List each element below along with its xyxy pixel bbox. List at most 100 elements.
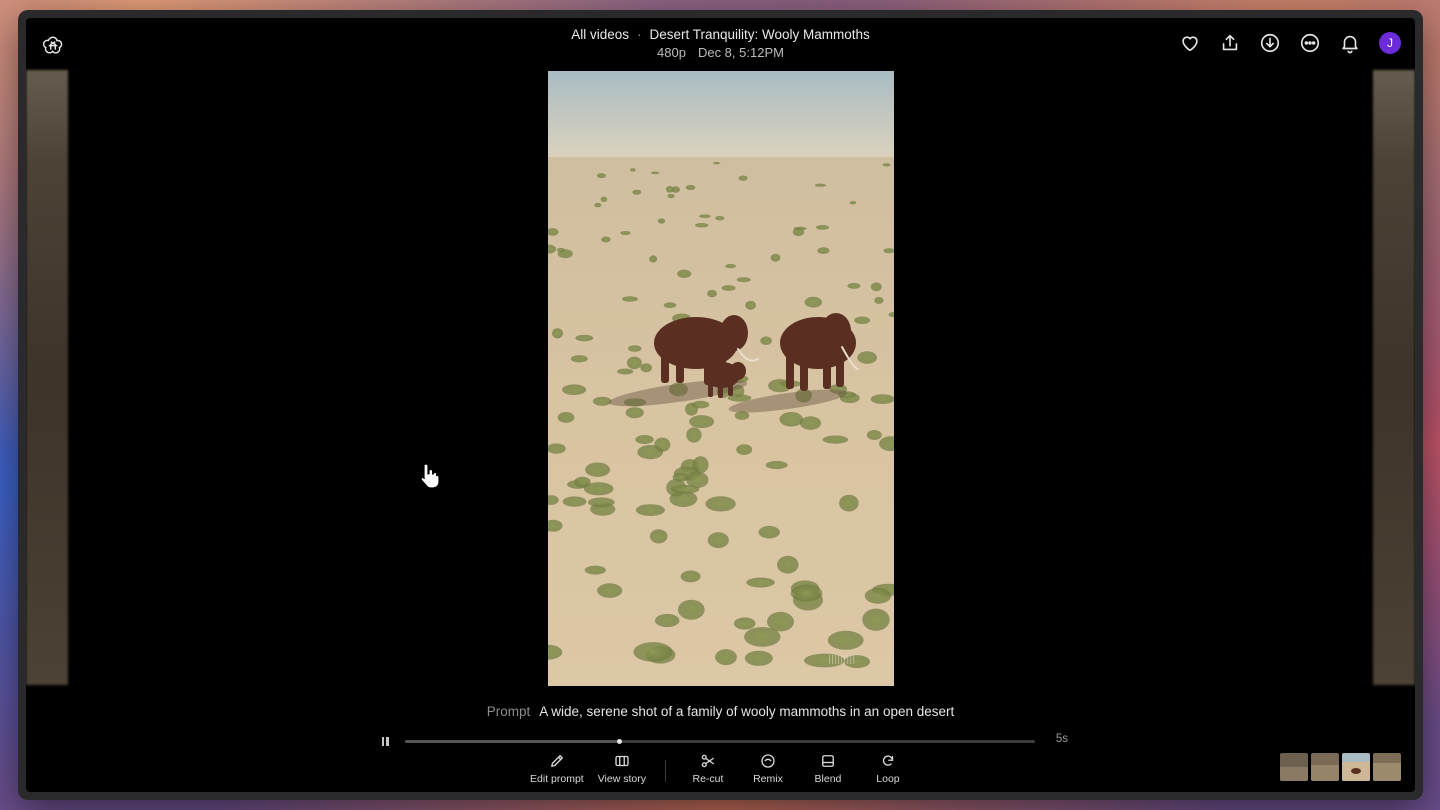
shrub-shape bbox=[621, 296, 638, 302]
shrub-shape bbox=[686, 427, 702, 443]
shrub-shape bbox=[866, 430, 882, 440]
shrub-shape bbox=[677, 599, 705, 620]
shrub-shape bbox=[839, 494, 859, 512]
shrub-shape bbox=[689, 415, 715, 429]
loop-button[interactable]: Loop bbox=[865, 752, 911, 785]
shrub-shape bbox=[685, 184, 696, 191]
shrub-shape bbox=[670, 484, 700, 494]
shrub-shape bbox=[597, 583, 623, 598]
shrub-shape bbox=[592, 396, 612, 406]
all-videos-link[interactable]: All videos bbox=[571, 27, 629, 42]
top-bar: All videos · Desert Tranquility: Wooly M… bbox=[26, 18, 1415, 70]
remix-button[interactable]: Remix bbox=[745, 752, 791, 785]
video-player[interactable]: ||||||||| bbox=[548, 71, 894, 686]
shrub-shape bbox=[640, 363, 652, 373]
shrub-shape bbox=[734, 411, 750, 420]
resolution-label: 480p bbox=[657, 45, 686, 60]
shrub-shape bbox=[736, 444, 753, 455]
prompt-text: A wide, serene shot of a family of wooly… bbox=[539, 704, 955, 719]
edit-prompt-button[interactable]: Edit prompt bbox=[530, 752, 584, 785]
shrub-shape bbox=[594, 202, 602, 208]
pause-icon[interactable] bbox=[378, 734, 392, 748]
shrub-shape bbox=[765, 460, 788, 470]
more-icon[interactable] bbox=[1299, 32, 1321, 54]
shrub-shape bbox=[585, 462, 611, 477]
loop-icon bbox=[882, 755, 894, 766]
shrub-shape bbox=[620, 231, 631, 235]
video-viewer: All videos · Desert Tranquility: Wooly M… bbox=[26, 18, 1415, 792]
prompt-label: Prompt bbox=[486, 704, 531, 719]
storyboard-thumbnail[interactable] bbox=[1311, 753, 1339, 781]
download-icon[interactable] bbox=[1259, 32, 1281, 54]
shrub-shape bbox=[584, 565, 606, 575]
scissors-icon bbox=[701, 754, 714, 768]
shrub-shape bbox=[665, 186, 674, 193]
storyboard-icon bbox=[615, 755, 629, 767]
shrub-shape bbox=[695, 223, 709, 228]
shrub-shape bbox=[792, 227, 805, 237]
shrub-shape bbox=[725, 264, 736, 269]
video-title: Desert Tranquility: Wooly Mammoths bbox=[649, 27, 870, 42]
shrub-shape bbox=[707, 532, 729, 549]
shrub-shape bbox=[583, 482, 614, 496]
previous-video-preview[interactable] bbox=[26, 70, 68, 685]
shrub-shape bbox=[570, 355, 588, 363]
shrub-shape bbox=[667, 193, 675, 199]
shrub-shape bbox=[562, 384, 587, 396]
shrub-shape bbox=[779, 412, 803, 427]
shrub-shape bbox=[633, 642, 673, 662]
shrub-shape bbox=[746, 577, 775, 588]
user-avatar[interactable]: J bbox=[1379, 32, 1401, 54]
app-window: All videos · Desert Tranquility: Wooly M… bbox=[18, 10, 1423, 800]
shrub-shape bbox=[630, 168, 636, 172]
shrub-shape bbox=[733, 617, 756, 630]
storyboard-thumbnail[interactable] bbox=[1342, 753, 1370, 781]
shrub-shape bbox=[625, 407, 644, 419]
shrub-shape bbox=[575, 334, 594, 342]
shrub-shape bbox=[552, 328, 563, 339]
duration-label: 5s bbox=[1055, 733, 1068, 745]
shrub-shape bbox=[556, 247, 566, 252]
shrub-shape bbox=[587, 497, 615, 508]
progress-track[interactable] bbox=[405, 738, 1035, 744]
recut-button[interactable]: Re-cut bbox=[685, 752, 731, 785]
shrub-shape bbox=[770, 253, 781, 262]
shrub-shape bbox=[882, 163, 891, 167]
shrub-shape bbox=[715, 649, 737, 666]
shrub-shape bbox=[738, 175, 748, 181]
shrub-shape bbox=[635, 435, 654, 444]
heart-icon[interactable] bbox=[1179, 32, 1201, 54]
shrub-shape bbox=[745, 300, 756, 310]
blend-button[interactable]: Blend bbox=[805, 752, 851, 785]
storyboard-thumbnails bbox=[1280, 753, 1401, 781]
shrub-shape bbox=[777, 555, 799, 574]
shrub-shape bbox=[815, 225, 830, 230]
shrub-shape bbox=[557, 412, 575, 423]
prompt-caption: Prompt A wide, serene shot of a family o… bbox=[26, 704, 1415, 719]
shrub-shape bbox=[857, 351, 877, 364]
shrub-shape bbox=[600, 196, 608, 202]
playback-controls: 5s bbox=[378, 732, 1068, 750]
shrub-shape bbox=[692, 456, 709, 474]
next-video-preview[interactable] bbox=[1373, 70, 1415, 685]
svg-text:|||||||||: ||||||||| bbox=[828, 655, 855, 665]
toolbar-divider bbox=[664, 760, 666, 782]
storyboard-thumbnail[interactable] bbox=[1373, 753, 1401, 781]
shrub-shape bbox=[760, 336, 772, 346]
shrub-shape bbox=[864, 587, 892, 604]
blend-icon bbox=[822, 755, 834, 767]
shrub-shape bbox=[677, 269, 692, 278]
shrub-shape bbox=[799, 416, 822, 430]
progress-handle[interactable] bbox=[616, 738, 622, 744]
shrub-shape bbox=[870, 282, 882, 292]
storyboard-thumbnail[interactable] bbox=[1280, 753, 1308, 781]
edit-prompt-label: Edit prompt bbox=[530, 773, 584, 785]
view-story-button[interactable]: View story bbox=[598, 752, 646, 785]
share-icon[interactable] bbox=[1219, 32, 1241, 54]
shrub-shape bbox=[847, 283, 861, 289]
shrub-shape bbox=[862, 608, 890, 631]
shrub-shape bbox=[562, 496, 587, 507]
shrub-shape bbox=[814, 183, 826, 187]
bell-icon[interactable] bbox=[1339, 32, 1361, 54]
hand-cursor-icon bbox=[418, 462, 442, 490]
